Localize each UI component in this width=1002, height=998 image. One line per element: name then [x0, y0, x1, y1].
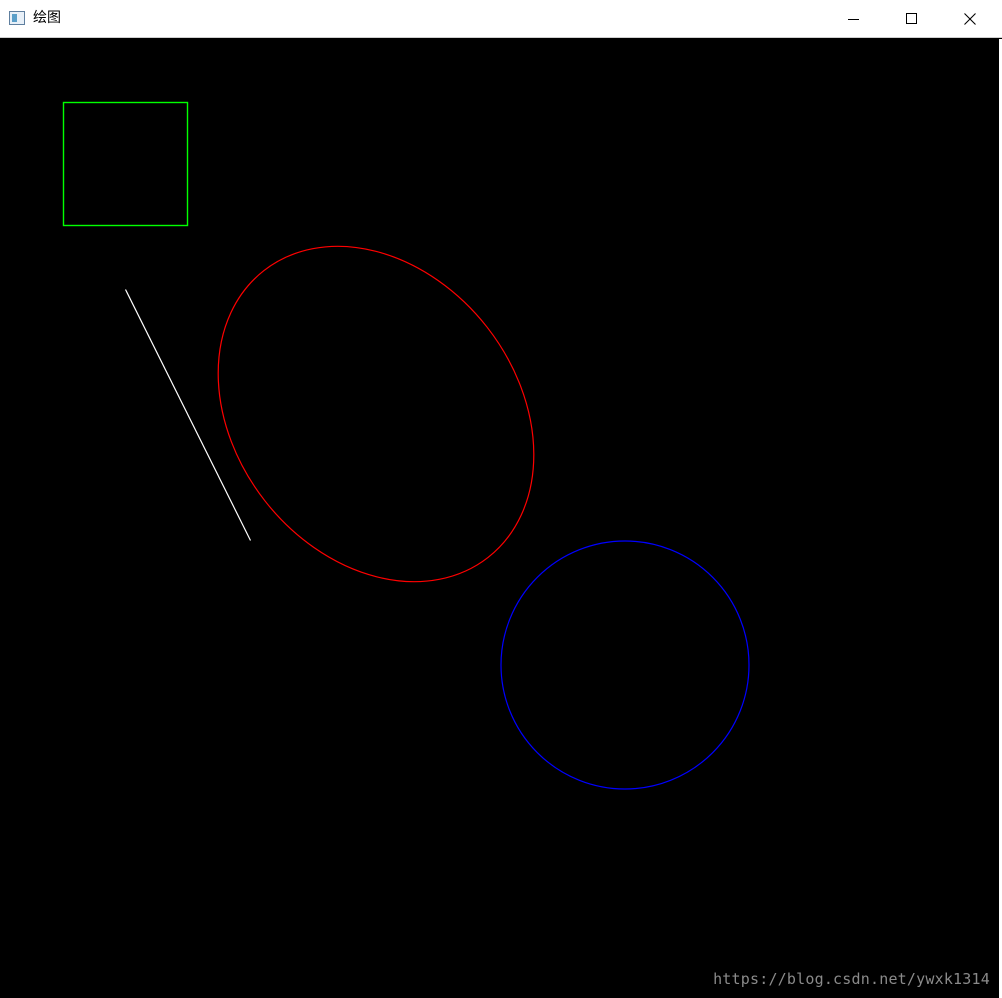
maximize-icon — [906, 12, 917, 24]
minimize-icon — [848, 18, 859, 20]
minimize-button[interactable] — [825, 0, 883, 37]
app-window-icon — [9, 11, 25, 25]
white-line — [124, 289, 252, 541]
title-bar[interactable]: 绘图 — [0, 0, 1002, 38]
close-icon — [964, 12, 976, 25]
drawing-window: 绘图 https://blog.csdn.net/ywxk1314 — [0, 0, 1002, 998]
window-title: 绘图 — [33, 10, 61, 26]
close-button[interactable] — [941, 0, 999, 37]
watermark-text: https://blog.csdn.net/ywxk1314 — [713, 970, 990, 988]
red-ellipse — [217, 245, 535, 583]
drawing-surface — [62, 101, 750, 790]
maximize-button[interactable] — [883, 0, 941, 37]
blue-circle — [500, 540, 750, 790]
green-rectangle — [62, 101, 189, 227]
drawing-canvas — [1, 39, 999, 998]
